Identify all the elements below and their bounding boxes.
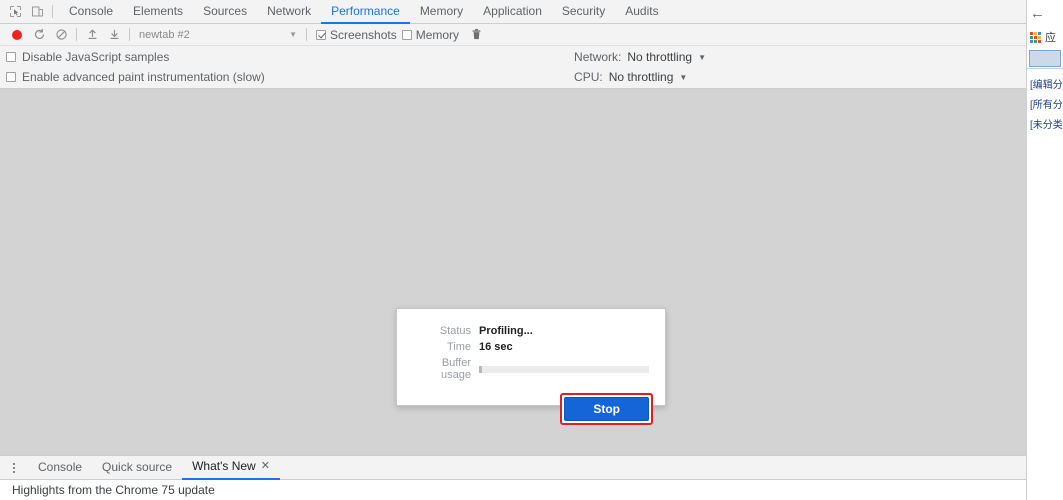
cpu-throttling-row: CPU: No throttling ▼ [574, 70, 687, 84]
network-chevron-down-icon[interactable]: ▼ [698, 53, 706, 62]
reload-and-profile-button[interactable] [28, 25, 50, 45]
devtools-panel: Console Elements Sources Network Perform… [0, 0, 1026, 500]
dialog-actions: Stop [409, 393, 653, 425]
device-toolbar-icon[interactable] [26, 1, 48, 23]
time-label: Time [446, 341, 471, 353]
screen-root: Console Elements Sources Network Perform… [0, 0, 1063, 500]
drawer-tab-whats-new-label: What's New [192, 459, 256, 473]
list-item[interactable]: [所有分 [1030, 96, 1063, 111]
disable-js-samples-label: Disable JavaScript samples [22, 50, 170, 64]
list-item[interactable]: [编辑分 [1030, 76, 1063, 91]
sliver-divider [1027, 68, 1063, 69]
screenshots-checkbox-box [316, 29, 326, 40]
drawer-content: Highlights from the Chrome 75 update [0, 480, 1026, 500]
bookmark-list: [编辑分 [所有分 [未分类 [1027, 70, 1063, 131]
drawer-tab-console[interactable]: Console [28, 456, 92, 479]
bookmarks-apps-row: 应 [1027, 26, 1063, 48]
tab-network[interactable]: Network [257, 0, 321, 23]
tab-performance[interactable]: Performance [321, 0, 410, 24]
address-bar[interactable] [1029, 50, 1061, 67]
status-label: Status [439, 325, 471, 337]
screenshots-checkbox[interactable]: Screenshots [316, 28, 397, 42]
buffer-usage-fill [479, 365, 483, 373]
network-throttling-label: Network: [574, 50, 622, 64]
load-profile-icon[interactable] [81, 25, 103, 45]
chevron-down-icon: ▼ [289, 30, 297, 39]
cpu-throttling-label: CPU: [574, 70, 603, 84]
tab-memory[interactable]: Memory [410, 0, 473, 23]
tab-security[interactable]: Security [552, 0, 615, 23]
browser-window-sliver: ← 应 [编辑分 [所有分 [未分类 [1026, 0, 1063, 500]
stop-button-highlight: Stop [560, 393, 653, 425]
cpu-throttling-value[interactable]: No throttling [609, 70, 674, 84]
buffer-usage-bar [479, 365, 649, 373]
time-row: Time 16 sec [409, 341, 653, 353]
disable-js-samples-box [6, 52, 16, 62]
advanced-paint-label: Enable advanced paint instrumentation (s… [22, 70, 265, 84]
browser-nav-row: ← [1027, 0, 1063, 26]
devtools-tabstrip: Console Elements Sources Network Perform… [0, 0, 1026, 24]
session-select[interactable]: newtab #2 ▼ [134, 26, 302, 44]
controls-divider-3 [306, 28, 307, 41]
drawer-tab-quick-source-label: Quick source [102, 460, 173, 474]
buffer-usage-label: Buffer usage [441, 357, 471, 381]
capture-settings-pane: Disable JavaScript samples Enable advanc… [0, 46, 1026, 89]
status-value: Profiling... [479, 325, 533, 337]
tab-audits[interactable]: Audits [615, 0, 668, 23]
screenshots-label: Screenshots [330, 27, 397, 42]
controls-divider-2 [129, 28, 130, 41]
sliver-empty-area [1027, 131, 1063, 500]
session-select-value: newtab #2 [139, 28, 190, 41]
whats-new-highlights-text: Highlights from the Chrome 75 update [12, 483, 215, 497]
stop-button[interactable]: Stop [564, 397, 649, 421]
tab-elements[interactable]: Elements [123, 0, 193, 23]
throttling-settings: Network: No throttling ▼ CPU: No throttl… [574, 50, 1026, 84]
sliver-column: ← 应 [编辑分 [所有分 [未分类 [1027, 0, 1063, 500]
time-value: 16 sec [479, 341, 513, 353]
drawer-tab-quick-source[interactable]: Quick source [92, 456, 182, 479]
back-arrow-icon[interactable]: ← [1030, 6, 1045, 21]
performance-canvas: Status Profiling... Time 16 sec Buffer u… [0, 89, 1026, 455]
tab-console[interactable]: Console [59, 0, 123, 23]
memory-checkbox-box [401, 29, 412, 40]
network-throttling-row: Network: No throttling ▼ [574, 50, 706, 64]
apps-label[interactable]: 应 [1045, 29, 1056, 45]
performance-controls-toolbar: newtab #2 ▼ Screenshots Memory [0, 24, 1026, 46]
record-icon [12, 29, 22, 40]
memory-label: Memory [415, 27, 460, 42]
save-profile-icon[interactable] [103, 25, 125, 45]
status-row: Status Profiling... [409, 325, 653, 337]
recording-status-dialog: Status Profiling... Time 16 sec Buffer u… [396, 308, 666, 425]
cpu-chevron-down-icon[interactable]: ▼ [679, 73, 687, 82]
advanced-paint-checkbox[interactable]: Enable advanced paint instrumentation (s… [6, 70, 265, 84]
controls-divider-1 [76, 28, 77, 41]
trash-icon[interactable] [465, 25, 487, 45]
tabstrip-divider [52, 5, 53, 18]
drawer-tab-whats-new[interactable]: What's New ✕ [182, 456, 280, 480]
close-icon[interactable]: ✕ [261, 455, 270, 478]
devtools-drawer: Console Quick source What's New ✕ Highli… [0, 455, 1026, 500]
capture-settings-left: Disable JavaScript samples Enable advanc… [6, 50, 265, 84]
record-button[interactable] [6, 25, 28, 45]
buffer-usage-row: Buffer usage [409, 357, 653, 381]
drawer-tabstrip: Console Quick source What's New ✕ [0, 456, 1026, 480]
memory-checkbox[interactable]: Memory [401, 27, 460, 42]
tab-sources[interactable]: Sources [193, 0, 257, 23]
clear-button[interactable] [50, 25, 72, 45]
tab-application[interactable]: Application [473, 0, 552, 23]
disable-js-samples-checkbox[interactable]: Disable JavaScript samples [6, 50, 265, 64]
network-throttling-value[interactable]: No throttling [627, 50, 692, 64]
apps-grid-icon[interactable] [1030, 31, 1041, 43]
drawer-tab-console-label: Console [38, 460, 83, 474]
more-tools-icon[interactable] [6, 458, 22, 478]
list-item[interactable]: [未分类 [1030, 116, 1063, 131]
inspect-element-icon[interactable] [4, 1, 26, 23]
advanced-paint-box [6, 72, 16, 82]
